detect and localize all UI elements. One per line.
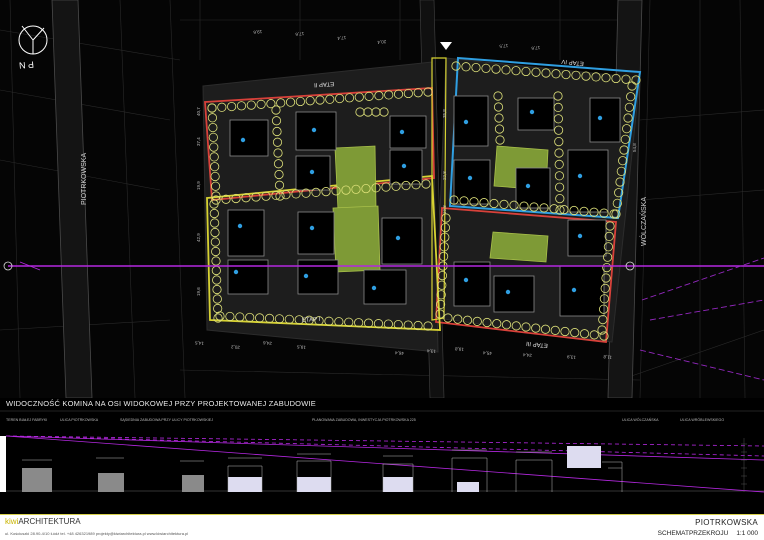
- north-label: P N: [19, 59, 35, 70]
- dimension-label: 54,8: [632, 143, 637, 152]
- dimension-label: 14,5: [194, 340, 204, 346]
- dimension-label: 13,4: [426, 348, 436, 354]
- dimension-label: 19,8: [454, 346, 464, 352]
- dimension-label: 24,4: [522, 352, 532, 358]
- address: ul. Kościuszki 28.90-4/10 Łódź tel. +48 …: [5, 531, 189, 536]
- section-title: WIDOCZNOŚĆ KOMINA NA OSI WIDOKOWEJ PRZY …: [6, 399, 316, 408]
- street-label-right: WÓLCZAŃSKA: [639, 197, 648, 246]
- dimension-label: 37,4: [196, 137, 201, 146]
- dimension-label: 20,4: [377, 39, 387, 45]
- dimension-label: 19,8: [442, 205, 447, 214]
- section-label-piotrkowska: ULICA PIOTRKOWSKA: [60, 418, 99, 422]
- dimension-label: 17,6: [531, 45, 541, 51]
- cross-section: [0, 398, 764, 498]
- dimension-label: 19,6: [253, 29, 263, 35]
- dimension-label: 19,6: [196, 287, 201, 296]
- site-plan: P N PIOTRKOWSKA WÓLCZAŃSKA ETAP I ETAP I…: [0, 0, 764, 398]
- section-label-neighbouring: SĄSIEDNIA ZABUDOWA PRZY ULICY PIOTRKOWSK…: [120, 418, 213, 422]
- dimension-label: 13,9: [566, 354, 576, 360]
- dimension-label: 11,8: [603, 354, 612, 360]
- chimney: [0, 436, 6, 492]
- dimension-label: 17,4: [337, 35, 347, 41]
- dimension-label: 24,6: [262, 340, 272, 346]
- project-name: PIOTRKOWSKA: [695, 518, 758, 527]
- drawing-info: SCHEMATPRZEKROJU 1:1 000: [650, 530, 758, 537]
- logo: kiwiARCHITEKTURA: [5, 517, 81, 526]
- dimension-label: 45,4: [482, 350, 492, 356]
- dimension-label: 19,5: [296, 344, 306, 350]
- dimension-label: 35,8: [442, 109, 447, 118]
- dimension-label: 46,4: [394, 350, 404, 356]
- dimension-label: 19,9: [196, 181, 201, 190]
- section-label-wroblewskiego: ULICA WRÓBLEWSKIEGO: [680, 418, 725, 422]
- drawing-scale: 1:1 000: [736, 530, 758, 537]
- street-label-left: PIOTRKOWSKA: [81, 153, 88, 205]
- dimension-label: 17,5: [499, 43, 509, 49]
- dimension-label: 20,2: [230, 344, 240, 350]
- section-label-planned: PLANOWANA ZABUDOWA, INWESTYCJA PIOTRKOWS…: [312, 418, 416, 422]
- section-label-factory: TEREN BIAŁEJ FABRYKI: [6, 418, 48, 422]
- drawing-name: SCHEMATPRZEKROJU: [657, 530, 729, 537]
- dimension-label: 22,8: [442, 171, 447, 180]
- dimension-label: 17,6: [295, 31, 305, 37]
- section-label-wolczanska: ULICA WÓLCZAŃSKA: [622, 418, 659, 422]
- dimension-label: 40,7: [196, 107, 201, 116]
- dimension-label: 42,9: [196, 233, 201, 242]
